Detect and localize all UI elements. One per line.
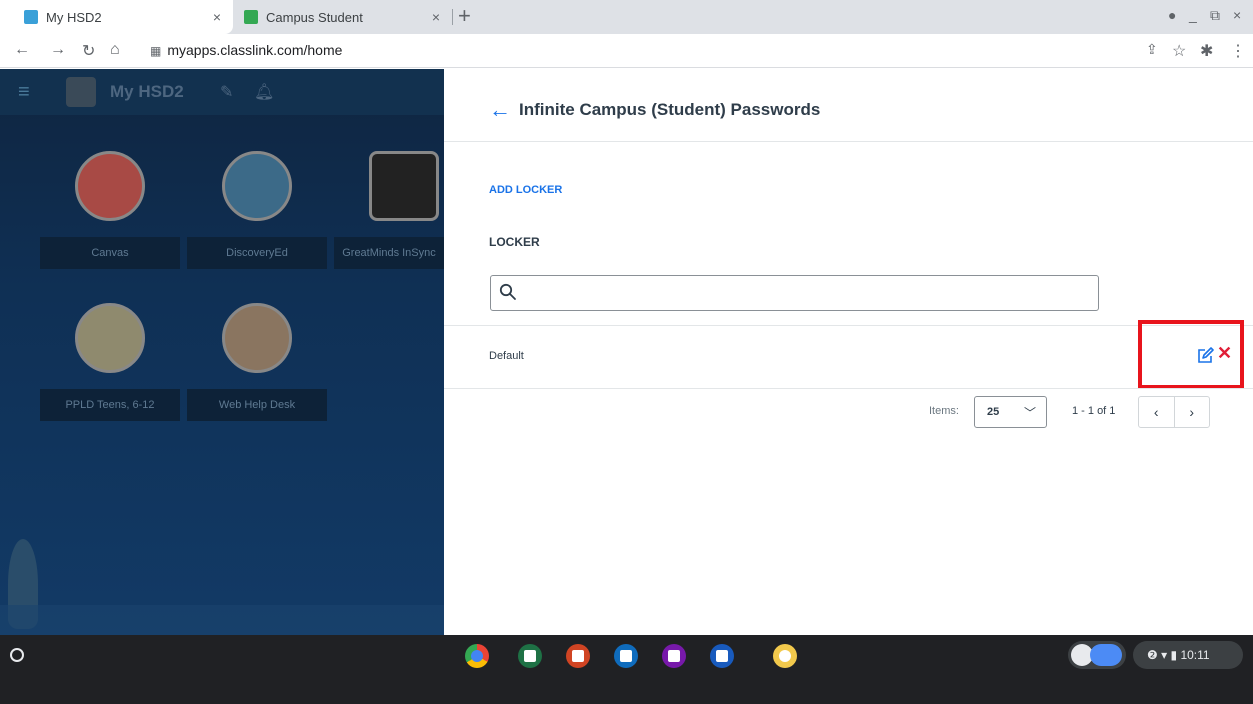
- extensions-icon[interactable]: ✱: [1200, 41, 1213, 61]
- close-tab-icon[interactable]: ×: [432, 9, 440, 25]
- panel-header: ← Infinite Campus (Student) Passwords: [489, 97, 820, 123]
- search-icon: [499, 283, 516, 300]
- tab-separator: [452, 9, 453, 25]
- launcher-icon[interactable]: [10, 648, 24, 662]
- app-label: DiscoveryEd: [187, 237, 327, 269]
- locker-name: Default: [489, 350, 524, 362]
- site-info-icon[interactable]: ▦: [150, 44, 161, 58]
- divider: [444, 388, 1253, 389]
- pagination-controls: ‹ ›: [1138, 396, 1210, 428]
- app-label: Canvas: [40, 237, 180, 269]
- classlink-icon[interactable]: [773, 644, 797, 668]
- minimize-icon[interactable]: _: [1189, 7, 1197, 23]
- discoveryed-icon: [222, 151, 292, 221]
- add-locker-button[interactable]: ADD LOCKER: [489, 184, 562, 196]
- excel-icon[interactable]: [518, 644, 542, 668]
- notification-icon: ❷: [1147, 648, 1158, 662]
- clock: 10:11: [1180, 648, 1210, 662]
- close-tab-icon[interactable]: ×: [213, 9, 221, 25]
- app-label: PPLD Teens, 6-12: [40, 389, 180, 421]
- canvas-icon: [75, 151, 145, 221]
- dashboard-footer: [0, 605, 444, 635]
- divider: [444, 141, 1253, 142]
- close-window-icon[interactable]: ×: [1233, 7, 1241, 23]
- address-bar[interactable]: ▦ myapps.classlink.com/home: [150, 42, 342, 58]
- app-tile-greatminds[interactable]: GreatMinds InSync: [334, 151, 444, 271]
- app-tile-canvas[interactable]: Canvas: [40, 151, 180, 271]
- tab-my-hsd2[interactable]: My HSD2 ×: [0, 0, 233, 34]
- app-label: GreatMinds InSync: [334, 237, 444, 269]
- dashboard-background: ≡ My HSD2 ✎ 🔔︎ Canvas DiscoveryEd GreatM…: [0, 69, 444, 635]
- items-per-page-label: Items:: [929, 405, 959, 417]
- campus-favicon-icon: [244, 10, 258, 24]
- app-tile-web-help-desk[interactable]: Web Help Desk: [187, 303, 327, 423]
- greatminds-icon: [369, 151, 439, 221]
- my-hsd2-favicon-icon: [24, 10, 38, 24]
- previous-page-button[interactable]: ‹: [1139, 397, 1175, 427]
- wifi-icon: ▾: [1161, 648, 1168, 662]
- share-icon[interactable]: ⇪: [1146, 41, 1158, 58]
- forward-icon[interactable]: →: [50, 41, 66, 59]
- dashboard-header: ≡ My HSD2 ✎ 🔔︎: [0, 69, 444, 115]
- life-ring-icon: [222, 303, 292, 373]
- items-per-page-select[interactable]: 25 ﹀: [974, 396, 1047, 428]
- back-arrow-icon[interactable]: ←: [489, 97, 511, 123]
- app-tile-ppld[interactable]: PPLD Teens, 6-12: [40, 303, 180, 423]
- ppld-icon: [75, 303, 145, 373]
- tab-campus-student[interactable]: Campus Student ×: [234, 0, 452, 34]
- tab-label: Campus Student: [266, 9, 363, 25]
- highlight-box: [1138, 320, 1244, 389]
- battery-icon: ▮: [1170, 648, 1178, 662]
- locker-search-input[interactable]: [490, 275, 1099, 311]
- profile-icon[interactable]: ●: [1168, 7, 1176, 23]
- system-tray[interactable]: ❷ ▾ ▮ 10:11: [1133, 641, 1243, 669]
- word-icon[interactable]: [710, 644, 734, 668]
- pagination-range: 1 - 1 of 1: [1072, 405, 1116, 417]
- avatar: [1090, 644, 1122, 666]
- items-per-page-value: 25: [987, 406, 1000, 418]
- edit-icon[interactable]: ✎: [220, 82, 233, 102]
- chevron-down-icon: ﹀: [1023, 406, 1036, 420]
- tab-strip: My HSD2 × Campus Student × + ● _ ⧉ ×: [0, 0, 1253, 34]
- bookmark-star-icon[interactable]: ☆: [1172, 41, 1186, 61]
- my-hsd2-logo: [66, 77, 96, 107]
- menu-kebab-icon[interactable]: ⋮: [1230, 41, 1246, 61]
- new-tab-button[interactable]: +: [458, 3, 471, 29]
- reload-icon[interactable]: ↻: [82, 41, 95, 61]
- hamburger-menu-icon[interactable]: ≡: [18, 81, 30, 104]
- password-panel: ← Infinite Campus (Student) Passwords AD…: [444, 69, 1253, 635]
- tab-label: My HSD2: [46, 9, 102, 25]
- panel-title: Infinite Campus (Student) Passwords: [519, 100, 821, 119]
- next-page-button[interactable]: ›: [1175, 397, 1210, 427]
- app-label: Web Help Desk: [187, 389, 327, 421]
- powerpoint-icon[interactable]: [566, 644, 590, 668]
- os-shelf: ❷ ▾ ▮ 10:11: [0, 635, 1253, 704]
- app-tile-discoveryed[interactable]: DiscoveryEd: [187, 151, 327, 271]
- locker-row: Default ✕: [444, 326, 1253, 388]
- chrome-icon[interactable]: [465, 644, 489, 668]
- home-icon[interactable]: ⌂: [110, 41, 120, 59]
- browser-toolbar: ← → ↻ ⌂ ▦ myapps.classlink.com/home ⇪ ☆ ✱…: [0, 34, 1253, 68]
- onenote-icon[interactable]: [662, 644, 686, 668]
- back-icon[interactable]: ←: [14, 41, 30, 59]
- locker-heading: LOCKER: [489, 235, 540, 249]
- bell-icon[interactable]: 🔔︎: [254, 82, 274, 102]
- dashboard-brand: My HSD2: [110, 82, 184, 101]
- url-text: myapps.classlink.com/home: [167, 42, 343, 58]
- account-avatars[interactable]: [1068, 641, 1126, 669]
- outlook-icon[interactable]: [614, 644, 638, 668]
- restore-icon[interactable]: ⧉: [1210, 7, 1220, 24]
